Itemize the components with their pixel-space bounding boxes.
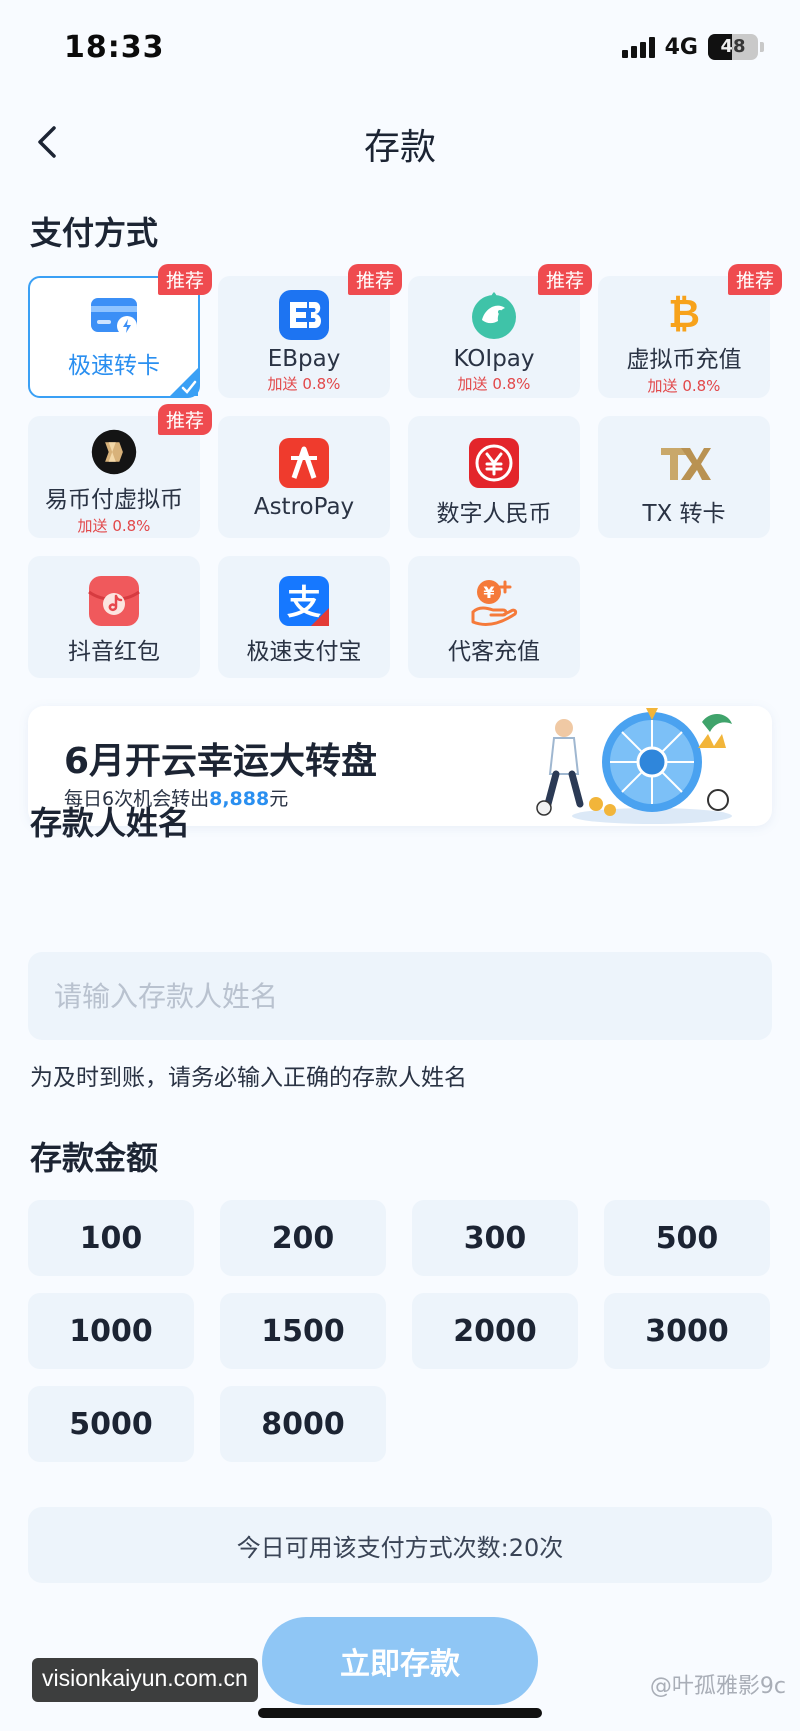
banner-title: 6月开云幸运大转盘: [64, 741, 378, 782]
page-header: 存款: [0, 100, 800, 184]
amount-option-1500[interactable]: 1500: [220, 1293, 386, 1369]
recommend-badge: 推荐: [727, 264, 782, 295]
payment-method-name: 数字人民币: [436, 501, 552, 527]
payment-method-name: TX 转卡: [642, 501, 726, 527]
payment-method-name: 极速支付宝: [246, 639, 362, 665]
payment-method-name: AstroPay: [253, 494, 355, 520]
yibifu-icon: [91, 429, 137, 475]
watermark-author: @叶孤雅影9c: [649, 1674, 786, 1699]
lucky-wheel-illustration: [536, 708, 732, 824]
svg-text:¥: ¥: [483, 583, 494, 602]
payment-method-name: 虚拟币充值: [626, 347, 742, 373]
bitcoin-icon: ₿: [668, 292, 700, 336]
usage-count-info: 今日可用该支付方式次数:20次: [28, 1507, 772, 1583]
bank-card-flash-icon: [91, 298, 137, 336]
amount-option-5000[interactable]: 5000: [28, 1386, 194, 1462]
bonus-text: 加送 0.8%: [647, 377, 721, 395]
payment-method-card[interactable]: 易币付虚拟币 加送 0.8% 推荐: [28, 404, 212, 538]
selected-check-icon: [170, 368, 198, 396]
svg-text:支: 支: [287, 583, 321, 623]
recommend-badge: 推荐: [157, 404, 212, 435]
amount-option-8000[interactable]: 8000: [220, 1386, 386, 1462]
amount-option-300[interactable]: 300: [412, 1200, 578, 1276]
depositor-name-hint: 为及时到账，请务必输入正确的存款人姓名: [30, 1065, 467, 1091]
douyin-red-packet-icon: [88, 576, 140, 626]
payment-method-card[interactable]: 数字人民币: [408, 416, 580, 538]
amount-option-2000[interactable]: 2000: [412, 1293, 578, 1369]
payment-section-title: 支付方式: [30, 214, 159, 252]
astropay-icon: [279, 438, 329, 488]
payment-method-name: 易币付虚拟币: [45, 487, 183, 513]
amount-option-500[interactable]: 500: [604, 1200, 770, 1276]
tx-icon: [661, 448, 711, 480]
payment-method-card[interactable]: ¥ 代客充值: [408, 556, 580, 678]
payment-method-card[interactable]: ₿ 虚拟币充值 加送 0.8% 推荐: [598, 264, 782, 398]
status-indicators: 4G 48: [621, 34, 764, 60]
recommend-badge: 推荐: [347, 264, 402, 295]
page-title: 存款: [363, 127, 436, 168]
alipay-icon: 支: [279, 576, 329, 626]
digital-rmb-icon: [469, 438, 519, 488]
payment-method-card[interactable]: 抖音红包: [28, 556, 200, 678]
amount-option-200[interactable]: 200: [220, 1200, 386, 1276]
battery-icon: 48: [708, 34, 758, 60]
deposit-now-button[interactable]: 立即存款: [262, 1617, 538, 1705]
bonus-text: 加送 0.8%: [457, 375, 531, 393]
payment-method-card[interactable]: AstroPay: [218, 416, 390, 538]
payment-method-name: 抖音红包: [68, 639, 160, 665]
network-type: 4G: [664, 34, 698, 60]
amount-option-3000[interactable]: 3000: [604, 1293, 770, 1369]
payment-method-card[interactable]: 支 极速支付宝: [218, 556, 390, 678]
payment-method-card[interactable]: 极速转卡 推荐: [28, 264, 212, 398]
payment-method-card[interactable]: EBpay 加送 0.8% 推荐: [218, 264, 402, 398]
deposit-amount-title: 存款金额: [30, 1139, 159, 1177]
banner-amount: 8,888: [209, 788, 270, 810]
payment-method-name: KOIpay: [453, 346, 535, 372]
status-bar: 18:33 4G 48: [0, 0, 800, 100]
recommend-badge: 推荐: [157, 264, 212, 295]
payment-method-card[interactable]: KOIpay 加送 0.8% 推荐: [408, 264, 592, 398]
bonus-text: 加送 0.8%: [267, 375, 341, 393]
payment-method-name: EBpay: [267, 346, 341, 372]
status-time: 18:33: [64, 30, 165, 65]
battery-level: 48: [720, 36, 746, 57]
battery-tip: [760, 42, 764, 52]
depositor-name-input[interactable]: [28, 952, 772, 1040]
svg-text:₿: ₿: [668, 292, 700, 336]
banner-amount-suffix: 元: [269, 788, 289, 810]
bonus-text: 加送 0.8%: [77, 517, 151, 535]
agent-recharge-icon: ¥: [471, 580, 518, 626]
koi-fish-icon: [472, 292, 516, 339]
recommend-badge: 推荐: [537, 264, 592, 295]
home-indicator: [258, 1708, 542, 1718]
depositor-name-title: 存款人姓名: [30, 804, 191, 842]
watermark-site: visionkaiyun.com.cn: [32, 1658, 258, 1702]
payment-method-name: 极速转卡: [68, 353, 160, 379]
payment-method-name: 代客充值: [448, 639, 540, 665]
amount-option-100[interactable]: 100: [28, 1200, 194, 1276]
ebpay-icon: [279, 290, 329, 340]
signal-icon: [621, 36, 655, 58]
payment-method-card[interactable]: TX 转卡: [598, 416, 770, 538]
amount-option-1000[interactable]: 1000: [28, 1293, 194, 1369]
